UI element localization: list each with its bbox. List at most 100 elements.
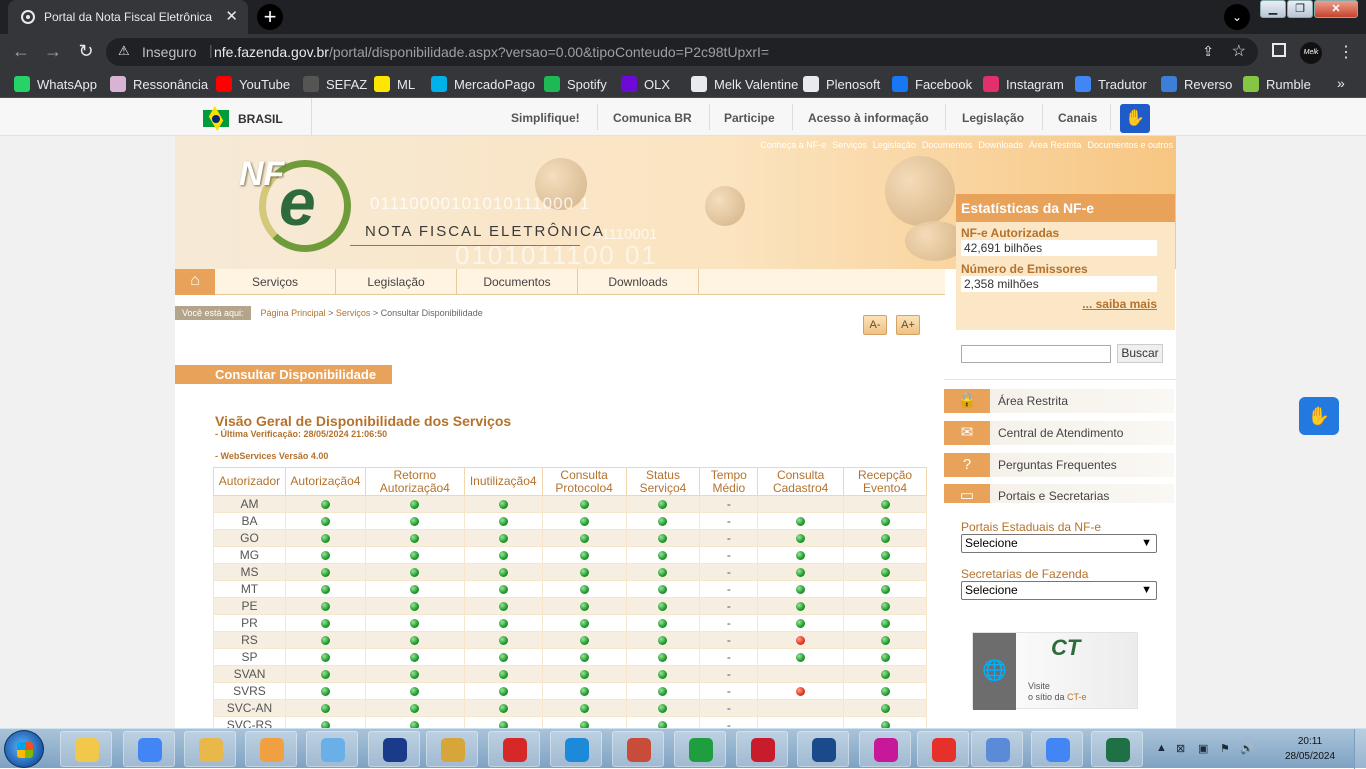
cte-banner[interactable]: 🌐 CT Visite o sítio da CT-e bbox=[972, 632, 1138, 710]
top-link[interactable]: Documentos bbox=[922, 140, 973, 150]
taskbar-excel[interactable] bbox=[1091, 731, 1143, 767]
bookmark-youtube[interactable]: YouTube bbox=[216, 76, 290, 92]
new-tab-button[interactable]: + bbox=[257, 4, 283, 30]
breadcrumb-services[interactable]: Serviços bbox=[336, 308, 371, 318]
top-link[interactable]: Documentos e outros bbox=[1087, 140, 1173, 150]
nav-item-serviços[interactable]: Serviços bbox=[215, 269, 336, 295]
tray-expand-icon[interactable]: ▲ bbox=[1156, 742, 1167, 754]
nav-item-documentos[interactable]: Documentos bbox=[457, 269, 578, 295]
bookmark-tradutor[interactable]: Tradutor bbox=[1075, 76, 1147, 92]
reload-button[interactable]: ↻ bbox=[75, 41, 97, 62]
browser-tab[interactable]: Portal da Nota Fiscal Eletrônica ✕ bbox=[8, 0, 248, 34]
url-text[interactable]: nfe.fazenda.gov.br/portal/disponibilidad… bbox=[214, 44, 769, 60]
insecure-label[interactable]: Inseguro bbox=[142, 44, 196, 60]
gov-link-2[interactable]: Participe bbox=[724, 111, 775, 125]
bookmark-resson-ncia[interactable]: Ressonância bbox=[110, 76, 208, 92]
bookmark-plenosoft[interactable]: Plenosoft bbox=[803, 76, 880, 92]
saiba-mais-link[interactable]: ... saiba mais bbox=[1082, 297, 1157, 311]
top-link[interactable]: Conheça a NF-e bbox=[760, 140, 826, 150]
forward-button[interactable]: → bbox=[42, 41, 64, 62]
gov-link-3[interactable]: Acesso à informação bbox=[808, 111, 929, 125]
taskbar-app-p1[interactable] bbox=[550, 731, 602, 767]
bookmark-mercadopago[interactable]: MercadoPago bbox=[431, 76, 535, 92]
omnibox[interactable]: ⚠ Inseguro | nfe.fazenda.gov.br/portal/d… bbox=[106, 38, 1258, 66]
home-icon[interactable]: ⌂ bbox=[175, 269, 215, 295]
nav-item-downloads[interactable]: Downloads bbox=[578, 269, 699, 295]
area-restrita-link[interactable]: 🔒 Área Restrita bbox=[944, 389, 1174, 413]
taskbar-app-p2[interactable] bbox=[612, 731, 664, 767]
portais-select[interactable]: Selecione ▼ bbox=[961, 534, 1157, 553]
increase-font-button[interactable]: A+ bbox=[896, 315, 920, 335]
gov-link-1[interactable]: Comunica BR bbox=[613, 111, 692, 125]
bookmark-label: Spotify bbox=[567, 77, 607, 92]
taskbar-app-p4[interactable] bbox=[736, 731, 788, 767]
gov-link-4[interactable]: Legislação bbox=[962, 111, 1024, 125]
cte-link[interactable]: CT-e bbox=[1067, 692, 1087, 702]
side-panel-icon[interactable] bbox=[1272, 43, 1286, 57]
vlibras-icon[interactable]: ✋ bbox=[1120, 104, 1150, 133]
top-link[interactable]: Área Restrita bbox=[1029, 140, 1082, 150]
bookmark-rumble[interactable]: Rumble bbox=[1243, 76, 1311, 92]
taskbar-app-7[interactable] bbox=[426, 731, 478, 767]
bookmark-spotify[interactable]: Spotify bbox=[544, 76, 607, 92]
bookmark-star-icon[interactable]: ☆ bbox=[1232, 41, 1246, 61]
volume-icon[interactable]: 🔊 bbox=[1240, 742, 1254, 755]
top-link[interactable]: Serviços bbox=[832, 140, 867, 150]
bookmark-ml[interactable]: ML bbox=[374, 76, 415, 92]
nav-item-legislação[interactable]: Legislação bbox=[336, 269, 457, 295]
nfe-logo[interactable]: e NF bbox=[237, 150, 357, 260]
faq-link[interactable]: ? Perguntas Frequentes bbox=[944, 453, 1174, 477]
tab-search-button[interactable]: ⌄ bbox=[1224, 4, 1250, 30]
bookmark-melk-valentine[interactable]: Melk Valentine bbox=[691, 76, 798, 92]
more-bookmarks-icon[interactable]: » bbox=[1337, 75, 1345, 91]
bookmark-favicon-icon bbox=[621, 76, 637, 92]
device-icon[interactable]: ▣ bbox=[1198, 742, 1208, 755]
taskbar-paint[interactable] bbox=[245, 731, 297, 767]
taskbar-notepad[interactable] bbox=[306, 731, 358, 767]
taskbar-explorer[interactable] bbox=[60, 731, 112, 767]
start-button[interactable] bbox=[4, 730, 44, 768]
gov-link-0[interactable]: Simplifique! bbox=[511, 111, 580, 125]
bookmark-reverso[interactable]: Reverso bbox=[1161, 76, 1232, 92]
maximize-button[interactable]: ❐ bbox=[1287, 0, 1313, 18]
taskbar-anydesk[interactable] bbox=[917, 731, 969, 767]
autorizador-cell: SVC-RS bbox=[213, 716, 286, 728]
central-atendimento-link[interactable]: ✉ Central de Atendimento bbox=[944, 421, 1174, 445]
show-desktop-button[interactable] bbox=[1354, 729, 1366, 769]
taskbar-app-p3[interactable] bbox=[674, 731, 726, 767]
top-link[interactable]: Legislação bbox=[873, 140, 916, 150]
decrease-font-button[interactable]: A- bbox=[863, 315, 887, 335]
brasil-link[interactable]: BRASIL bbox=[238, 112, 283, 126]
search-button[interactable]: Buscar bbox=[1117, 344, 1163, 363]
taskbar-app-p5[interactable] bbox=[797, 731, 849, 767]
bookmark-whatsapp[interactable]: WhatsApp bbox=[14, 76, 97, 92]
bookmark-facebook[interactable]: Facebook bbox=[892, 76, 972, 92]
taskbar-app-yellow[interactable] bbox=[184, 731, 236, 767]
minimize-button[interactable]: ▁ bbox=[1260, 0, 1286, 18]
taskbar-rx[interactable] bbox=[488, 731, 540, 767]
taskbar-app-blue[interactable] bbox=[368, 731, 420, 767]
close-tab-icon[interactable]: ✕ bbox=[225, 7, 238, 25]
kebab-menu-icon[interactable]: ⋮ bbox=[1338, 42, 1354, 62]
bookmark-instagram[interactable]: Instagram bbox=[983, 76, 1064, 92]
flag-icon[interactable]: ⚑ bbox=[1220, 742, 1230, 755]
taskbar-paint2[interactable] bbox=[971, 731, 1023, 767]
taskbar-chrome[interactable] bbox=[123, 731, 175, 767]
bookmark-sefaz[interactable]: SEFAZ bbox=[303, 76, 367, 92]
bookmark-olx[interactable]: OLX bbox=[621, 76, 670, 92]
secretarias-select[interactable]: Selecione ▼ bbox=[961, 581, 1157, 600]
profile-avatar[interactable]: Melk bbox=[1300, 42, 1322, 64]
vlibras-widget-icon[interactable]: ✋ bbox=[1299, 397, 1339, 435]
breadcrumb-home[interactable]: Página Principal bbox=[261, 308, 326, 318]
taskbar-app-p6[interactable] bbox=[859, 731, 911, 767]
close-window-button[interactable]: ✕ bbox=[1314, 0, 1358, 18]
network-icon[interactable]: ⊠ bbox=[1176, 742, 1185, 755]
back-button[interactable]: ← bbox=[10, 41, 32, 62]
clock[interactable]: 20:11 28/05/2024 bbox=[1280, 734, 1340, 764]
search-input[interactable] bbox=[961, 345, 1111, 363]
gov-link-5[interactable]: Canais bbox=[1058, 111, 1097, 125]
share-icon[interactable]: ⇪ bbox=[1202, 43, 1214, 60]
top-link[interactable]: Downloads bbox=[978, 140, 1023, 150]
taskbar-chrome-melk[interactable] bbox=[1031, 731, 1083, 767]
warning-icon[interactable]: ⚠ bbox=[118, 43, 130, 59]
